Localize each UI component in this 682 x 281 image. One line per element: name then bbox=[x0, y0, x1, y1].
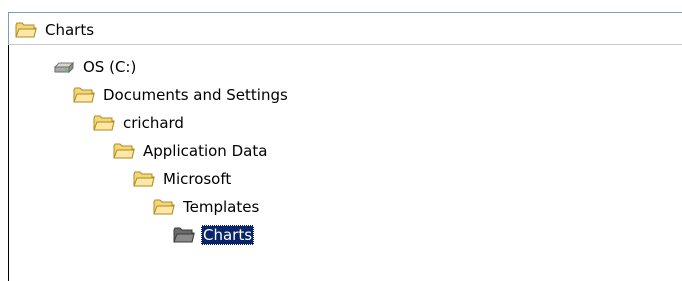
folder-open-icon bbox=[133, 170, 155, 188]
folder-open-icon bbox=[173, 226, 195, 244]
folder-picker: Charts OS (C:) Documents and Settings cric… bbox=[0, 0, 682, 281]
hard-drive-icon bbox=[53, 58, 75, 76]
tree-item-label: Microsoft bbox=[163, 170, 232, 188]
folder-open-icon bbox=[153, 198, 175, 216]
tree-item[interactable]: crichard bbox=[93, 110, 186, 136]
folder-open-icon bbox=[15, 21, 37, 39]
tree-item-label: Charts bbox=[201, 225, 255, 245]
look-in-label: Charts bbox=[45, 21, 95, 39]
folder-open-icon bbox=[93, 114, 115, 132]
folder-open-icon bbox=[73, 86, 95, 104]
tree-item-label: crichard bbox=[123, 114, 184, 132]
tree-item[interactable]: Documents and Settings bbox=[73, 82, 290, 108]
tree-item[interactable]: Charts bbox=[173, 222, 255, 248]
tree-item-label: Templates bbox=[183, 198, 260, 216]
tree-item[interactable]: Microsoft bbox=[133, 166, 233, 192]
tree-item[interactable]: Application Data bbox=[113, 138, 269, 164]
tree-item[interactable]: OS (C:) bbox=[53, 54, 138, 80]
tree-item-label: Application Data bbox=[143, 142, 268, 160]
tree-item-label: Documents and Settings bbox=[103, 86, 288, 104]
tree-item-label: OS (C:) bbox=[83, 58, 137, 76]
look-in-combo[interactable]: Charts bbox=[8, 12, 682, 45]
folder-open-icon bbox=[113, 142, 135, 160]
folder-tree-dropdown[interactable]: OS (C:) Documents and Settings crichard App… bbox=[8, 45, 682, 281]
tree-item[interactable]: Templates bbox=[153, 194, 261, 220]
